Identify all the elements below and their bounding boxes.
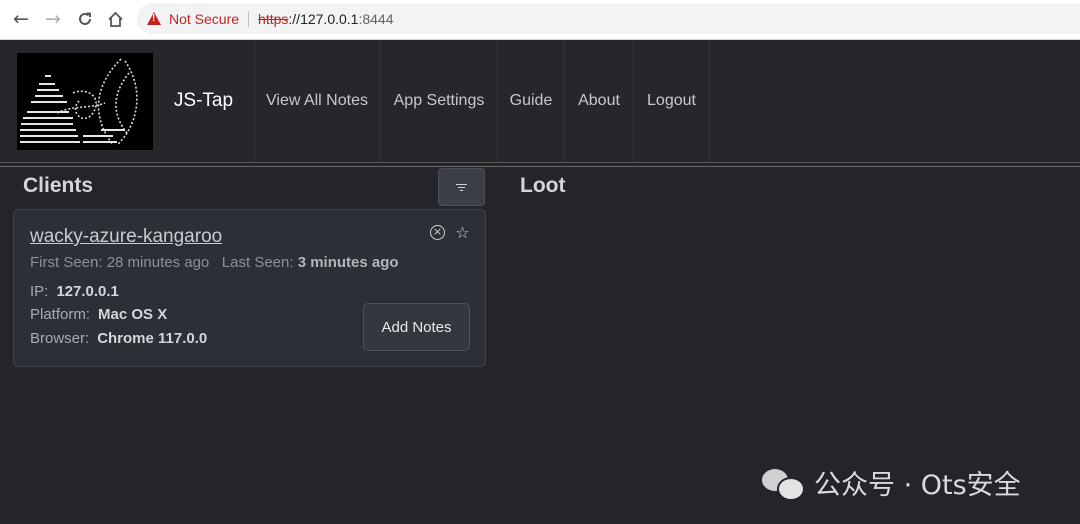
watermark: 公众号 · Ots安全 [762,462,1021,502]
client-card[interactable]: wacky-azure-kangaroo × ☆ First Seen: 28 … [13,209,486,367]
ip-label: IP: [30,283,49,300]
add-notes-button[interactable]: Add Notes [363,303,470,351]
header-divider [0,166,1080,167]
url-host: ://127.0.0.1 [288,10,359,27]
app-navbar: JS-Tap View All Notes App Settings Guide… [0,40,1080,163]
loot-heading: Loot [520,174,566,197]
filter-button[interactable] [438,168,485,206]
first-seen-value: 28 minutes ago [106,254,210,271]
url-text[interactable]: https://127.0.0.1:8444 [258,11,393,27]
client-ip-row: IP: 127.0.0.1 [30,283,119,300]
client-platform-row: Platform: Mac OS X [30,306,167,323]
clients-heading: Clients [23,174,94,197]
nav-view-all-notes[interactable]: View All Notes [254,40,381,162]
nav-guide[interactable]: Guide [498,40,565,162]
last-seen-label: Last Seen: [221,254,294,271]
nav-logout[interactable]: Logout [634,40,710,162]
home-icon[interactable] [104,8,126,30]
js-tap-logo [17,53,153,150]
nav-app-settings[interactable]: App Settings [381,40,498,162]
reload-icon[interactable] [74,8,96,30]
address-bar[interactable]: Not Secure https://127.0.0.1:8444 [137,3,1080,34]
security-status[interactable]: Not Secure [169,11,239,27]
star-icon[interactable]: ☆ [454,223,471,242]
first-seen-label: First Seen: [30,254,103,271]
wechat-icon [762,467,805,501]
last-seen-value: 3 minutes ago [297,254,399,271]
url-scheme: https [258,10,289,27]
platform-label: Platform: [30,306,91,323]
browser-toolbar: ← → Not Secure https://127.0.0.1:8444 [0,0,1080,40]
client-browser-row: Browser: Chrome 117.0.0 [30,330,207,347]
brand-name[interactable]: JS-Tap [153,40,255,162]
client-seen-info: First Seen: 28 minutes ago Last Seen: 3 … [30,254,399,271]
client-name-link[interactable]: wacky-azure-kangaroo [30,226,222,248]
watermark-text: 公众号 · Ots安全 [814,469,1021,501]
nav-about[interactable]: About [565,40,634,162]
back-arrow-icon[interactable]: ← [10,8,32,30]
filter-icon [456,183,467,191]
forward-arrow-icon[interactable]: → [42,8,64,30]
url-port: :8444 [358,10,394,27]
browser-value: Chrome 117.0.0 [97,330,208,347]
browser-label: Browser: [30,330,90,347]
remove-client-icon[interactable]: × [429,224,446,241]
platform-value: Mac OS X [98,306,168,323]
ip-value: 127.0.0.1 [56,283,119,300]
warning-triangle-icon [147,12,161,25]
omnibox-separator [248,10,250,27]
